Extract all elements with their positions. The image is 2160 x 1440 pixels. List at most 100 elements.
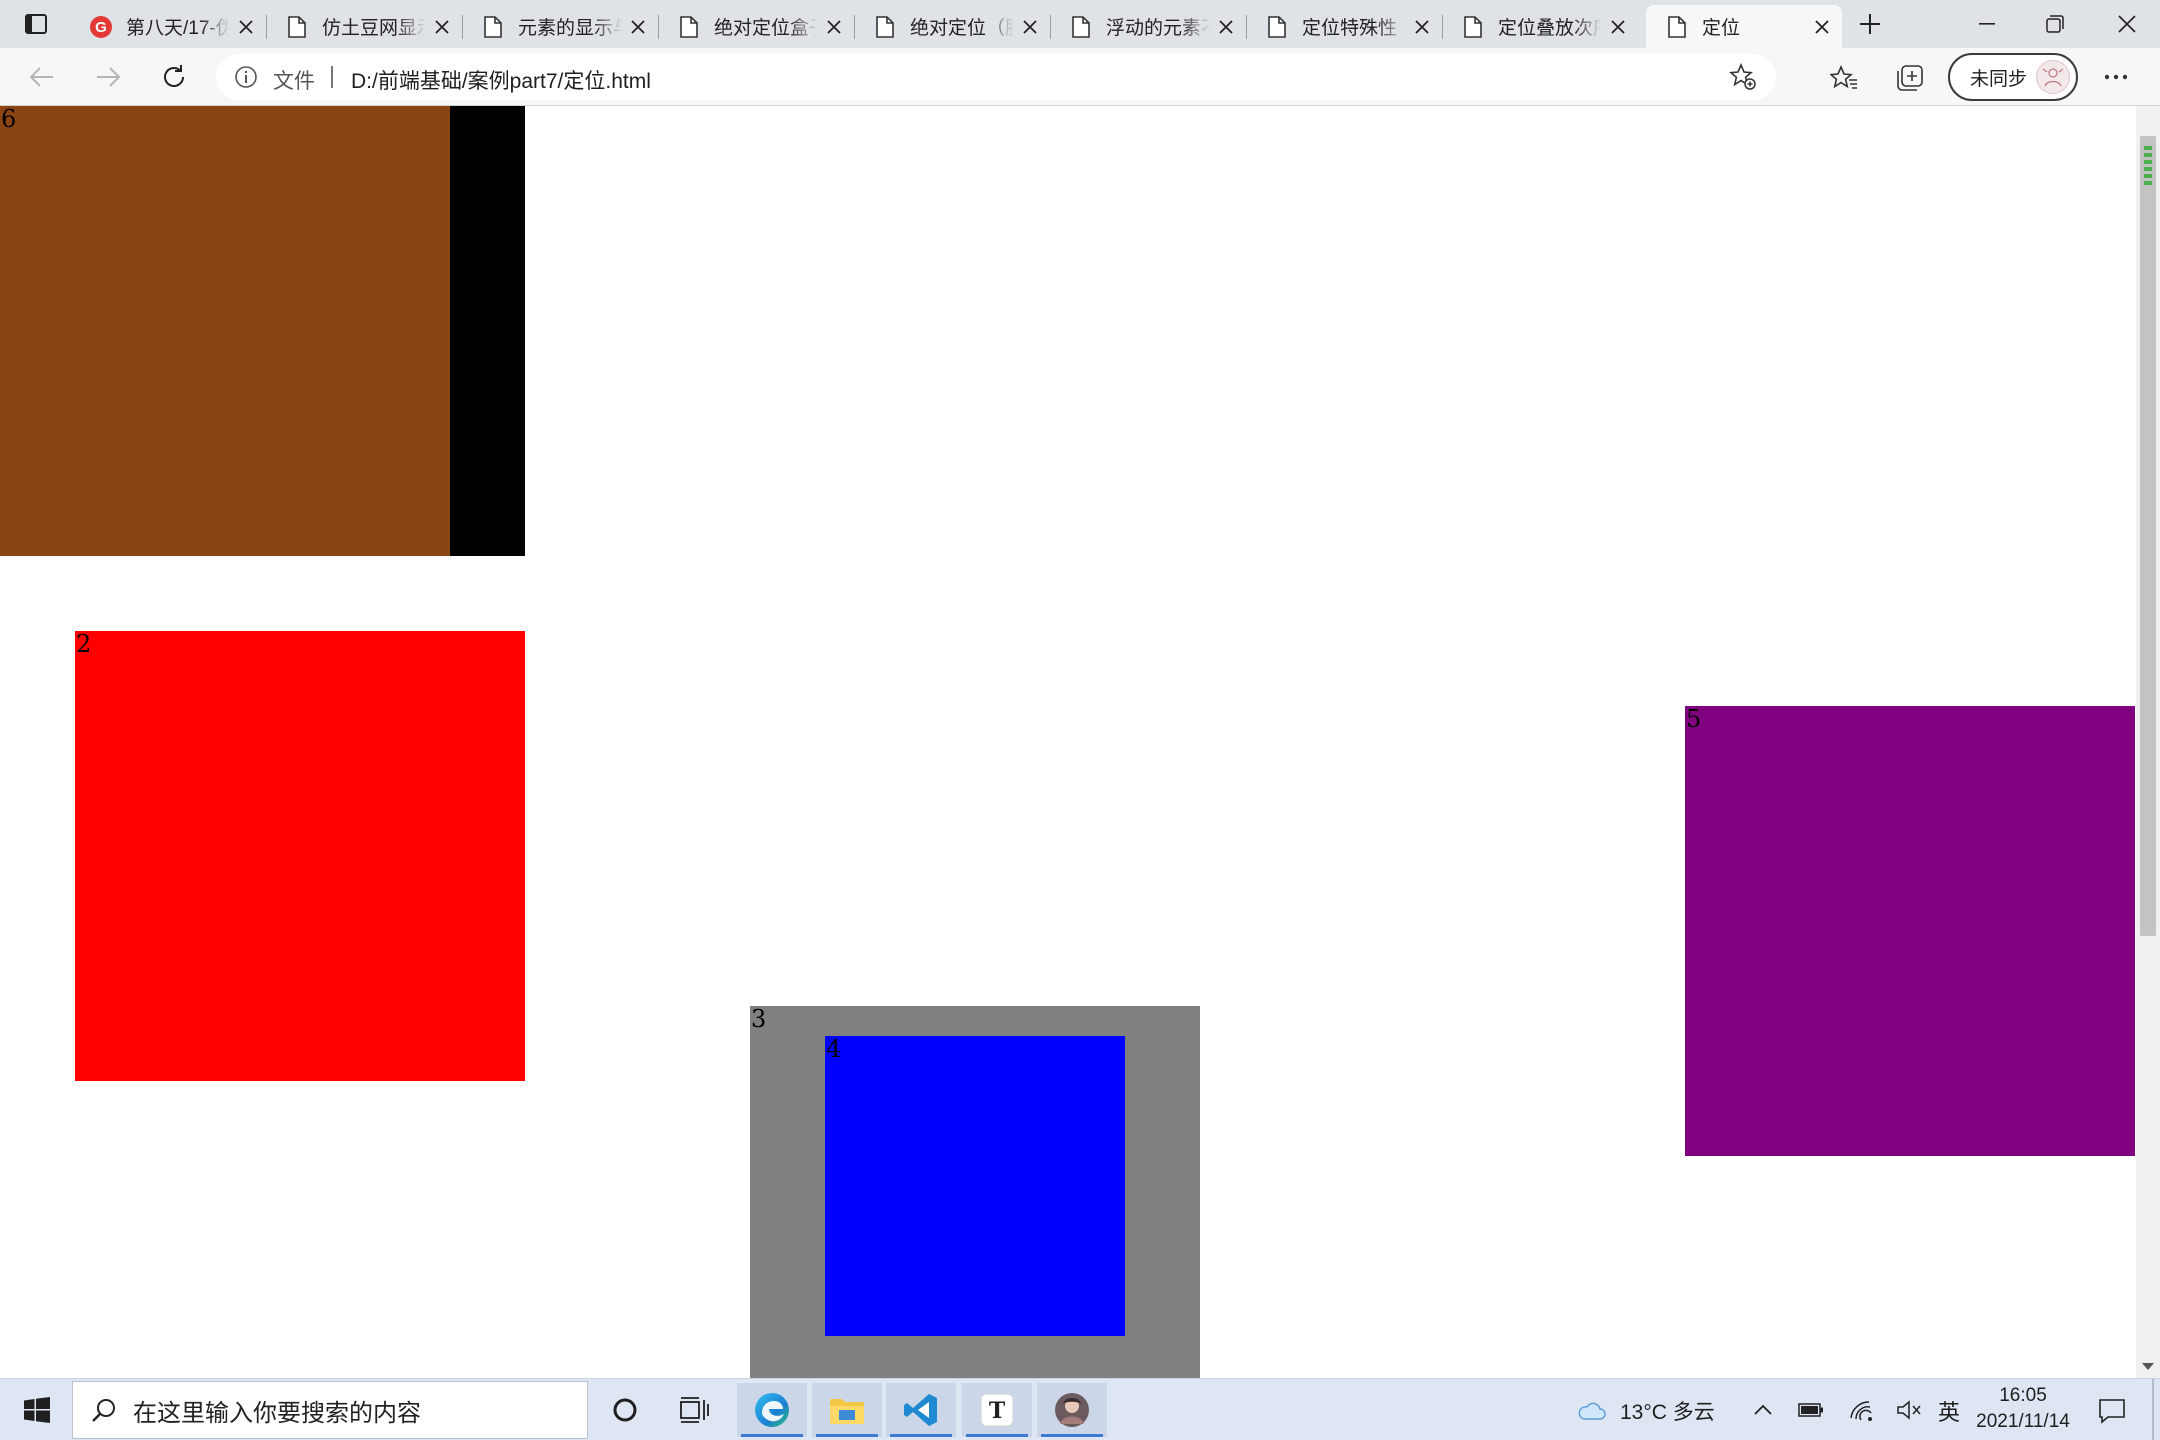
taskbar-edge[interactable] <box>737 1383 807 1437</box>
tab-separator <box>1442 15 1443 39</box>
task-view-button[interactable] <box>660 1383 730 1437</box>
edge-icon <box>755 1393 789 1427</box>
volume-muted-icon[interactable] <box>1894 1395 1924 1425</box>
close-window-button[interactable] <box>2094 0 2160 48</box>
close-icon[interactable] <box>236 17 256 37</box>
scrollbar-thumb[interactable] <box>2140 136 2156 936</box>
page-icon <box>872 14 898 40</box>
star-plus-icon <box>1729 63 1756 90</box>
system-clock[interactable]: 16:05 2021/11/14 <box>1968 1383 2078 1435</box>
vertical-scrollbar[interactable] <box>2136 106 2160 1378</box>
tab-separator <box>1050 15 1051 39</box>
taskbar-typora[interactable]: T <box>962 1383 1032 1437</box>
tab-7[interactable]: 定位叠放次序 <box>1442 5 1638 48</box>
box-5: 5 <box>1685 705 2135 1156</box>
page-viewport: 6 2 3 4 5 <box>0 106 2136 1378</box>
tab-title: 定位叠放次序 <box>1498 18 1602 39</box>
svg-text:G: G <box>95 19 107 36</box>
tab-2[interactable]: 元素的显示与隐藏 <box>462 5 658 48</box>
tab-separator <box>854 15 855 39</box>
start-button[interactable] <box>10 1387 64 1433</box>
tab-5[interactable]: 浮动的元素不会压住文字 <box>1050 5 1246 48</box>
tab-8-active[interactable]: 定位 <box>1646 5 1842 48</box>
close-icon[interactable] <box>1412 17 1432 37</box>
tab-actions-button[interactable] <box>12 8 60 40</box>
page-icon <box>676 14 702 40</box>
cortana-icon <box>613 1398 637 1422</box>
forward-button[interactable] <box>88 59 128 95</box>
page-icon <box>1664 14 1690 40</box>
sync-label: 未同步 <box>1970 68 2028 90</box>
new-tab-button[interactable] <box>1852 8 1888 40</box>
file-explorer-icon <box>830 1399 864 1424</box>
box-3: 3 4 <box>750 1005 1200 1378</box>
scroll-grip-indicator <box>2144 146 2152 186</box>
page-icon <box>1460 14 1486 40</box>
tab-4[interactable]: 绝对定位（脱标） <box>854 5 1050 48</box>
close-icon[interactable] <box>1812 17 1832 37</box>
tab-title: 绝对定位（脱标） <box>910 18 1014 39</box>
collections-button[interactable] <box>1892 60 1928 96</box>
address-separator <box>331 66 333 88</box>
tab-title: 绝对定位盒子居中 <box>714 18 818 39</box>
restore-icon <box>2046 15 2064 33</box>
taskbar-vscode[interactable] <box>886 1383 956 1437</box>
close-icon[interactable] <box>628 17 648 37</box>
ime-indicator[interactable]: 英 <box>1938 1395 1960 1427</box>
info-icon[interactable] <box>234 65 258 89</box>
address-bar[interactable]: 文件 D:/前端基础/案例part7/定位.html <box>216 54 1776 100</box>
minimize-button[interactable] <box>1954 0 2020 48</box>
page-icon <box>480 14 506 40</box>
wifi-icon[interactable] <box>1846 1395 1876 1425</box>
box-4: 4 <box>825 1035 1125 1336</box>
chevron-up-icon[interactable] <box>1748 1395 1778 1425</box>
cortana-button[interactable] <box>590 1383 660 1437</box>
battery-icon[interactable] <box>1796 1395 1826 1425</box>
back-button[interactable] <box>22 59 62 95</box>
arrow-right-icon <box>97 67 121 87</box>
show-desktop-button[interactable] <box>2152 1379 2154 1440</box>
search-placeholder: 在这里输入你要搜索的内容 <box>133 1399 421 1427</box>
tab-strip: G 第八天/17-伪元素选择器 仿土豆网显示隐藏遮罩 元素的显示与隐藏 绝对定位… <box>0 0 2160 48</box>
tab-1[interactable]: 仿土豆网显示隐藏遮罩 <box>266 5 462 48</box>
close-icon[interactable] <box>1608 17 1628 37</box>
box-label-4: 4 <box>826 1035 842 1063</box>
scheme-label: 文件 <box>273 70 315 93</box>
close-icon[interactable] <box>1216 17 1236 37</box>
favorites-button[interactable] <box>1826 60 1862 96</box>
close-icon <box>2118 15 2136 33</box>
tab-3[interactable]: 绝对定位盒子居中 <box>658 5 854 48</box>
weather-text[interactable]: 13°C 多云 <box>1620 1396 1715 1426</box>
scroll-down-arrow-icon[interactable] <box>2142 1363 2154 1370</box>
tab-0[interactable]: G 第八天/17-伪元素选择器 <box>70 5 266 48</box>
weather-cloud-icon[interactable] <box>1576 1395 1606 1425</box>
taskbar-user-app[interactable] <box>1037 1383 1107 1437</box>
notifications-button[interactable] <box>2094 1393 2130 1429</box>
favorites-icon <box>1830 65 1857 89</box>
tab-separator <box>1246 15 1247 39</box>
close-icon[interactable] <box>432 17 452 37</box>
notification-icon <box>2099 1399 2125 1424</box>
sync-profile-button[interactable]: 未同步 <box>1948 53 2078 101</box>
typora-icon: T <box>980 1393 1014 1427</box>
taskbar-search-input[interactable]: 在这里输入你要搜索的内容 <box>72 1381 588 1439</box>
close-icon[interactable] <box>824 17 844 37</box>
clock-time: 16:05 <box>1999 1385 2047 1406</box>
refresh-button[interactable] <box>154 59 194 95</box>
svg-text:T: T <box>989 1398 1006 1424</box>
restore-button[interactable] <box>2022 0 2088 48</box>
add-favorite-button[interactable] <box>1728 62 1758 92</box>
box-label-3: 3 <box>751 1005 767 1033</box>
url-text[interactable]: D:/前端基础/案例part7/定位.html <box>351 65 651 95</box>
browser-toolbar: 文件 D:/前端基础/案例part7/定位.html 未同步 <box>0 48 2160 106</box>
close-icon[interactable] <box>1020 17 1040 37</box>
tab-separator <box>462 15 463 39</box>
tab-separator <box>266 15 267 39</box>
taskbar-file-explorer[interactable] <box>812 1383 882 1437</box>
user-app-icon <box>1055 1393 1089 1427</box>
tab-title: 元素的显示与隐藏 <box>518 18 622 39</box>
ellipsis-icon <box>2104 74 2128 80</box>
more-menu-button[interactable] <box>2096 59 2136 95</box>
tab-6[interactable]: 定位特殊性 <box>1246 5 1442 48</box>
plus-icon <box>1860 14 1880 34</box>
